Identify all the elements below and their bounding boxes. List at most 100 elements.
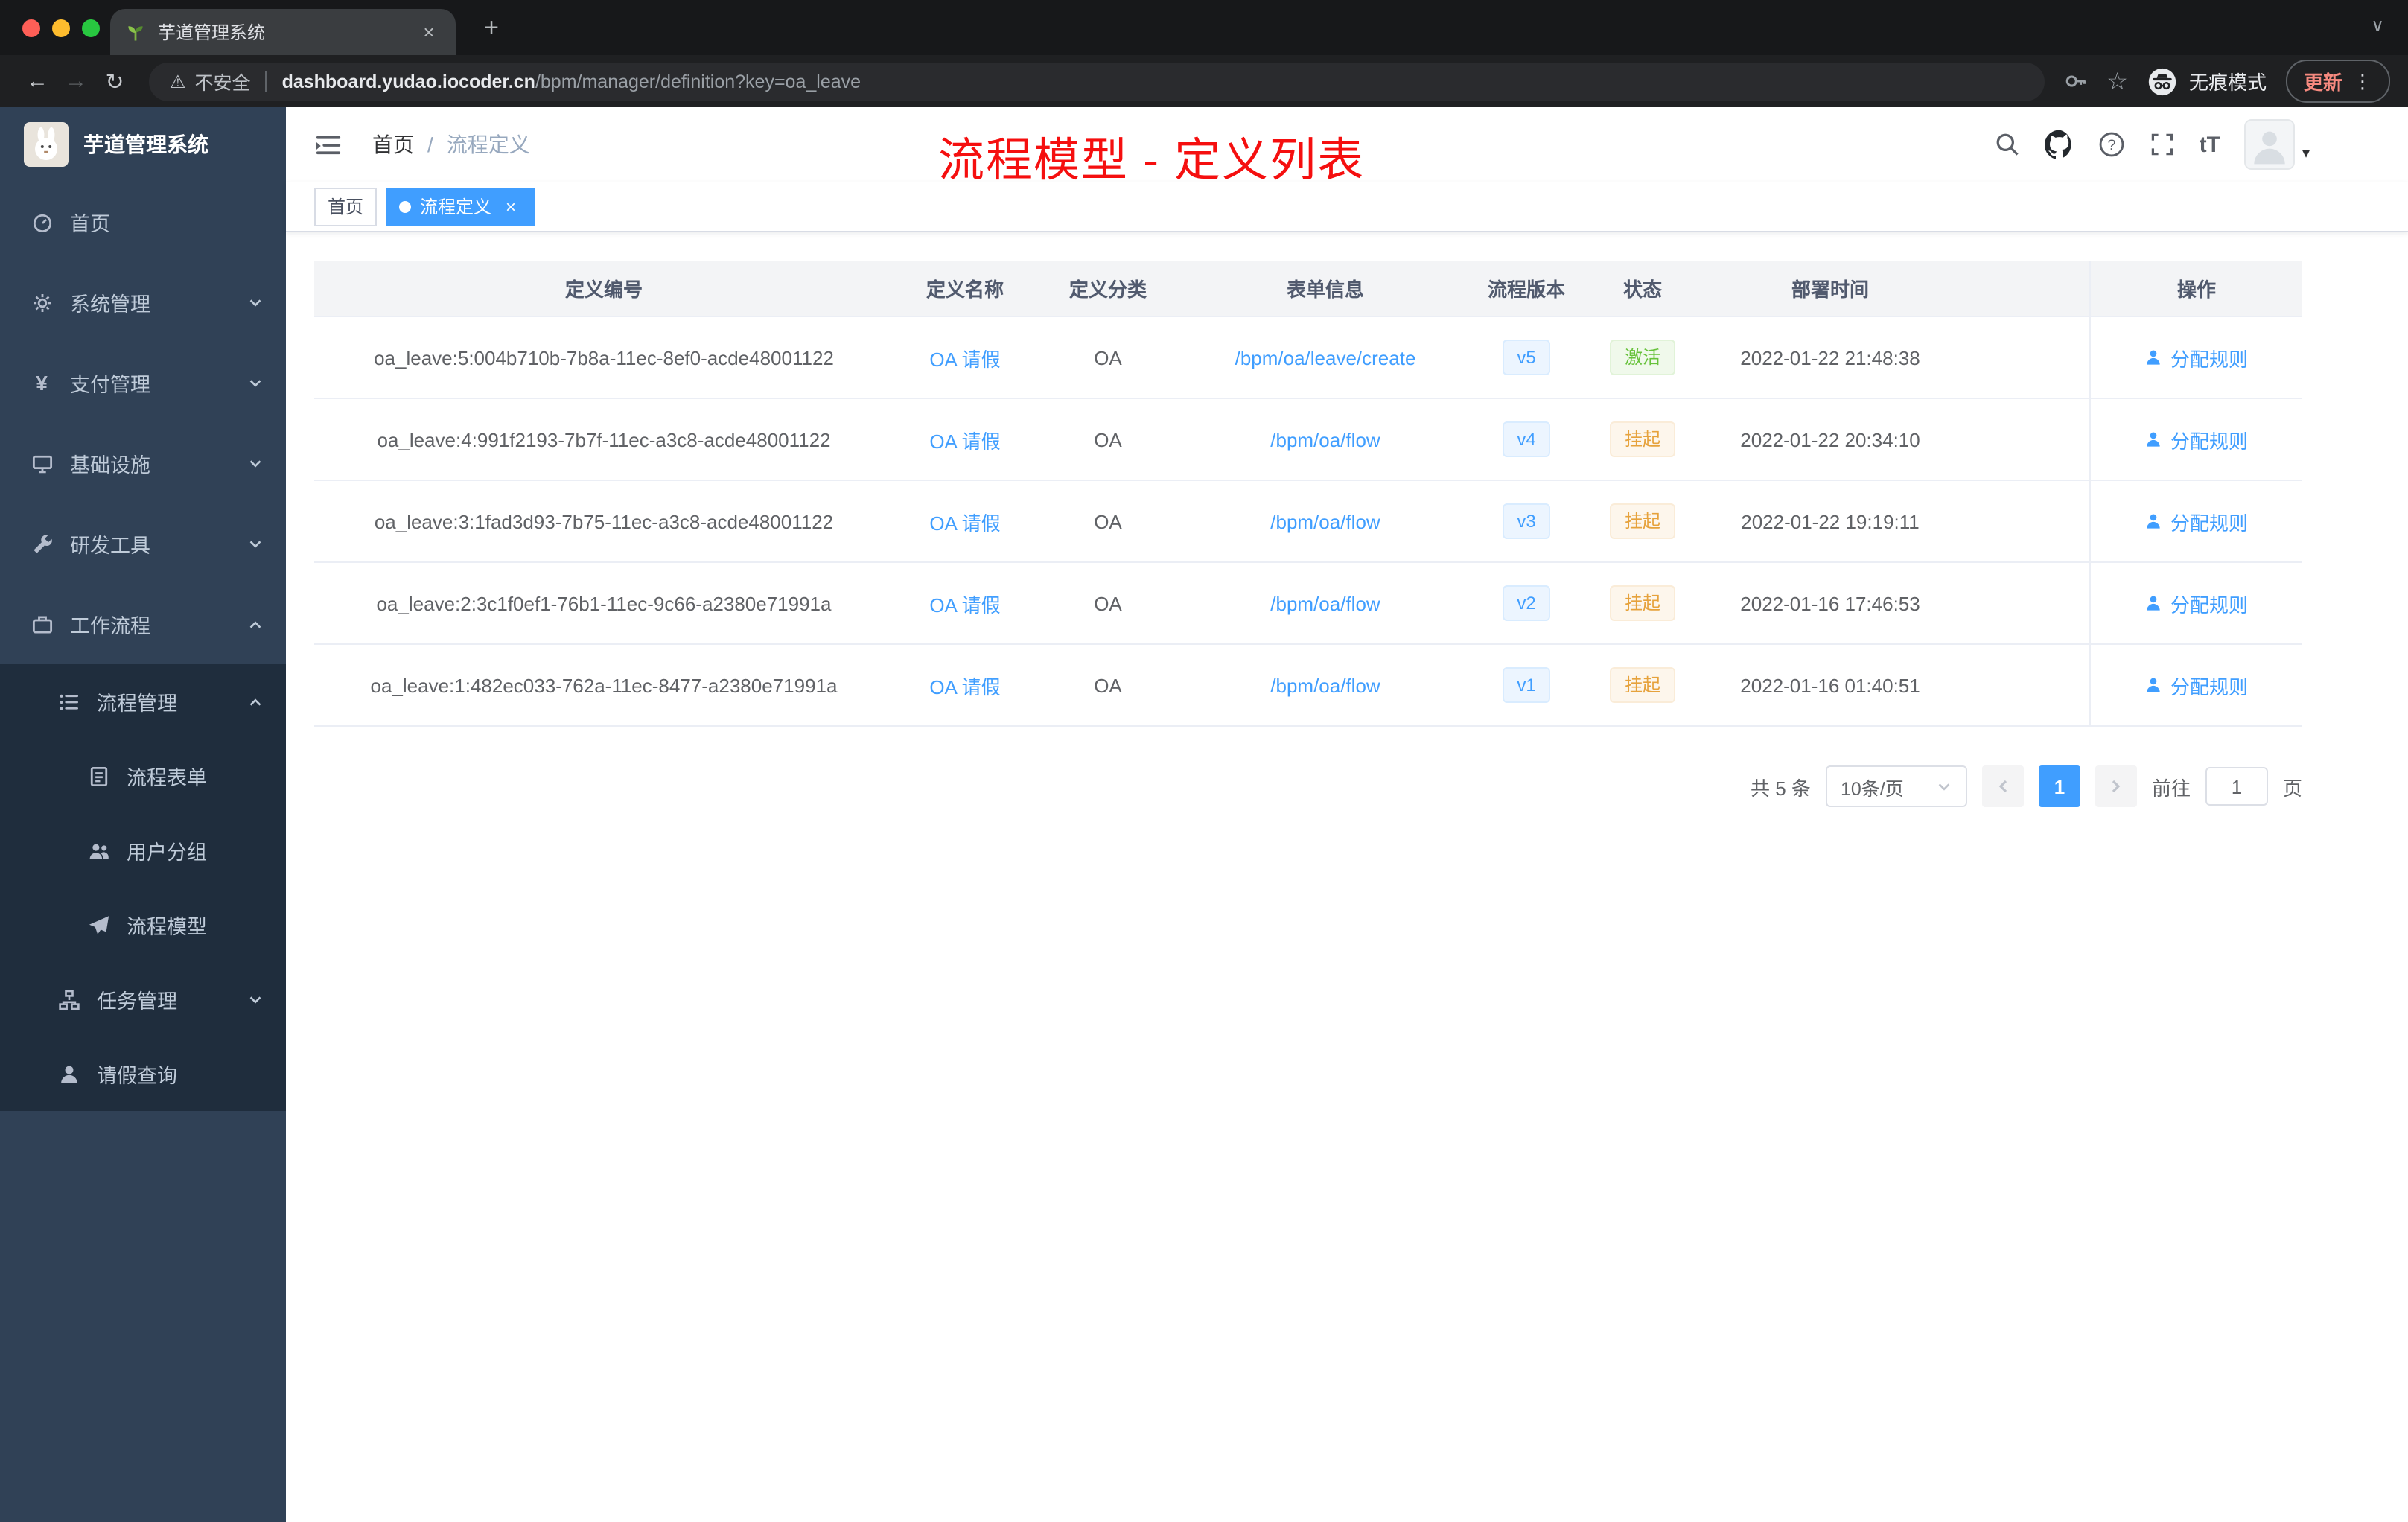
top-navbar: 首页 / 流程定义 流程模型 - 定义列表 ? tT ▾ (286, 107, 2408, 186)
sidebar-item-label: 基础设施 (70, 454, 150, 477)
prev-page-button[interactable] (1981, 765, 2024, 807)
assign-rule-button[interactable]: 分配规则 (2145, 589, 2248, 617)
sidebar-item-leave-query[interactable]: 请假查询 (0, 1037, 286, 1111)
browser-tab[interactable]: 芋道管理系统 × (110, 9, 456, 55)
goto-page-input[interactable] (2205, 767, 2268, 806)
form-info-link[interactable]: /bpm/oa/flow (1270, 674, 1380, 696)
tag-home[interactable]: 首页 (314, 187, 378, 226)
definition-name-link[interactable]: OA 请假 (929, 671, 1000, 699)
table-row: oa_leave:4:991f2193-7b7f-11ec-a3c8-acde4… (314, 399, 2302, 481)
tag-process-definition[interactable]: 流程定义 × (386, 187, 535, 226)
chevron-down-icon (247, 535, 264, 557)
form-info-link[interactable]: /bpm/oa/leave/create (1235, 346, 1416, 369)
definition-name-link[interactable]: OA 请假 (929, 589, 1000, 617)
sidebar-collapse-icon[interactable] (308, 130, 348, 159)
cell-deploy-time: 2022-01-22 21:48:38 (1740, 346, 1920, 369)
forward-button[interactable]: → (57, 69, 95, 94)
sidebar-item-task-management[interactable]: 任务管理 (0, 962, 286, 1037)
sidebar-item-process-form[interactable]: 流程表单 (0, 739, 286, 813)
chrome-update-button[interactable]: 更新 ⋮ (2285, 60, 2390, 103)
people-icon (86, 839, 110, 862)
column-header-id: 定义编号 (564, 278, 643, 301)
assign-rule-button[interactable]: 分配规则 (2145, 671, 2248, 699)
page-size-select[interactable]: 10条/页 (1825, 765, 1967, 807)
close-window-button[interactable] (22, 19, 40, 37)
app-title: 芋道管理系统 (83, 133, 208, 156)
tab-close-icon[interactable]: × (417, 21, 441, 43)
user-icon (2145, 594, 2163, 612)
sidebar-item-label: 任务管理 (97, 990, 177, 1013)
breadcrumb-home[interactable]: 首页 (372, 130, 414, 159)
security-indicator[interactable]: ⚠ 不安全 (170, 67, 251, 95)
browser-menu-kebab-icon[interactable]: ⋮ (2353, 69, 2372, 93)
sidebar-item-payment[interactable]: ¥ 支付管理 (0, 343, 286, 423)
tab-search-chevron-icon[interactable]: ∨ (2371, 15, 2384, 36)
form-info-link[interactable]: /bpm/oa/flow (1270, 510, 1380, 532)
back-button[interactable]: ← (18, 69, 57, 94)
cell-deploy-time: 2022-01-16 01:40:51 (1740, 674, 1920, 696)
cell-category: OA (1094, 428, 1122, 450)
address-bar[interactable]: ⚠ 不安全 dashboard.yudao.iocoder.cn /bpm/ma… (149, 62, 2045, 101)
version-tag: v4 (1502, 421, 1551, 457)
svg-text:?: ? (2107, 137, 2115, 153)
cell-filler (1957, 481, 2089, 561)
sidebar-item-label: 用户分组 (127, 841, 207, 864)
version-tag: v3 (1502, 503, 1551, 539)
user-menu[interactable]: ▾ (2243, 119, 2310, 170)
incognito-icon (2147, 66, 2177, 96)
chevron-up-icon (247, 692, 264, 715)
definition-name-link[interactable]: OA 请假 (929, 425, 1000, 453)
sidebar-item-system[interactable]: 系统管理 (0, 262, 286, 343)
sidebar-item-user-group[interactable]: 用户分组 (0, 813, 286, 888)
help-icon[interactable]: ? (2098, 131, 2125, 158)
assign-rule-button[interactable]: 分配规则 (2145, 507, 2248, 535)
tag-close-icon[interactable]: × (500, 196, 521, 217)
definition-name-link[interactable]: OA 请假 (929, 343, 1000, 372)
form-info-link[interactable]: /bpm/oa/flow (1270, 428, 1380, 450)
breadcrumb: 首页 / 流程定义 (372, 130, 530, 159)
incognito-label: 无痕模式 (2188, 71, 2267, 94)
cell-category: OA (1094, 346, 1122, 369)
sidebar-logo[interactable]: 芋道管理系统 (0, 107, 286, 182)
fullscreen-icon[interactable] (2149, 131, 2176, 158)
column-header-actions: 操作 (2089, 261, 2302, 316)
zoom-window-button[interactable] (82, 19, 100, 37)
cell-category: OA (1094, 510, 1122, 532)
page-number-button[interactable]: 1 (2038, 765, 2080, 807)
browser-window: 芋道管理系统 × + ∨ ← → ↻ ⚠ 不安全 dashboard.yudao… (0, 0, 2408, 1522)
sidebar-item-process-management[interactable]: 流程管理 (0, 664, 286, 739)
sidebar-item-dev-tools[interactable]: 研发工具 (0, 503, 286, 584)
sidebar-item-process-model[interactable]: 流程模型 (0, 888, 286, 962)
sidebar-item-label: 工作流程 (70, 615, 150, 637)
assign-rule-button[interactable]: 分配规则 (2145, 425, 2248, 453)
form-info-link[interactable]: /bpm/oa/flow (1270, 592, 1380, 614)
org-chart-icon (57, 988, 80, 1010)
next-page-button[interactable] (2095, 765, 2137, 807)
list-icon (57, 690, 80, 713)
reload-button[interactable]: ↻ (95, 68, 134, 95)
bookmark-star-icon[interactable]: ☆ (2106, 66, 2128, 96)
logo-image (24, 122, 69, 167)
minimize-window-button[interactable] (52, 19, 70, 37)
sidebar-item-label: 流程表单 (127, 767, 207, 789)
column-header-version: 流程版本 (1487, 278, 1565, 301)
cell-definition-id: oa_leave:4:991f2193-7b7f-11ec-a3c8-acde4… (377, 428, 831, 450)
search-icon[interactable] (1994, 131, 2021, 158)
password-key-icon[interactable] (2062, 69, 2087, 94)
github-icon[interactable] (2044, 130, 2074, 159)
page-unit-label: 页 (2282, 777, 2302, 799)
new-tab-button[interactable]: + (474, 10, 509, 46)
font-size-icon[interactable]: tT (2200, 132, 2220, 157)
navbar-right-cluster: ? tT ▾ (1994, 107, 2310, 182)
sidebar-item-infrastructure[interactable]: 基础设施 (0, 423, 286, 503)
monitor-icon (30, 452, 54, 474)
sidebar-item-home[interactable]: 首页 (0, 182, 286, 262)
definition-name-link[interactable]: OA 请假 (929, 507, 1000, 535)
sidebar-item-workflow[interactable]: 工作流程 (0, 584, 286, 664)
app-root: 芋道管理系统 首页 系统管理 ¥ 支付管理 基础设施 研发工具 工作流程 流程管… (0, 107, 2408, 1522)
assign-rule-button[interactable]: 分配规则 (2145, 343, 2248, 372)
chevron-down-icon (247, 374, 264, 396)
column-header-filler (1957, 261, 2089, 316)
version-tag: v2 (1502, 585, 1551, 621)
sidebar-item-label: 请假查询 (97, 1065, 177, 1087)
